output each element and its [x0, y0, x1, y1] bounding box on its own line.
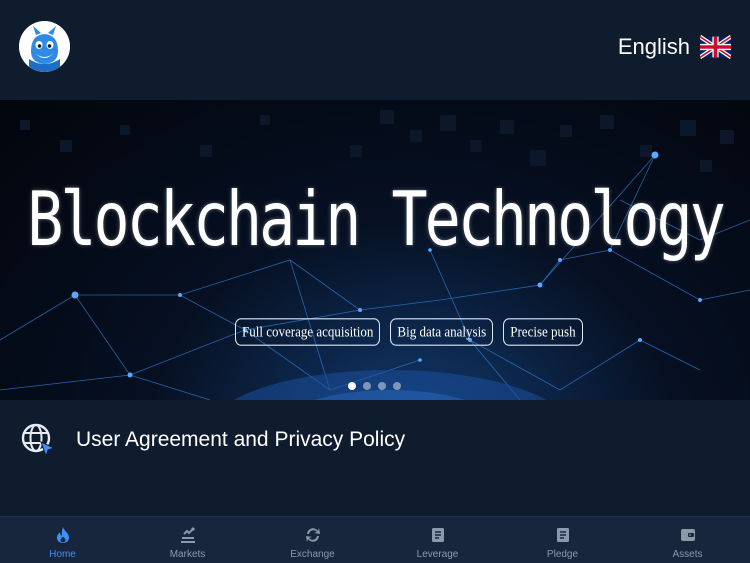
wallet-icon — [680, 529, 695, 541]
user-agreement-link[interactable]: User Agreement and Privacy Policy — [0, 400, 750, 482]
tab-pledge[interactable]: Pledge — [500, 517, 625, 563]
leverage-icon — [431, 528, 444, 542]
app-header: English — [0, 0, 750, 96]
mascot-logo-icon[interactable] — [19, 21, 70, 72]
carousel-dot-2[interactable] — [363, 382, 371, 390]
banner-title: Blockchain Technology — [27, 176, 726, 264]
tab-home[interactable]: Home — [0, 517, 125, 563]
flame-icon — [56, 527, 69, 543]
uk-flag-icon — [700, 35, 731, 59]
pledge-icon — [556, 528, 569, 542]
banner-tags: Full coverage acquisition Big data analy… — [235, 318, 583, 346]
tab-leverage[interactable]: Leverage — [375, 517, 500, 563]
tab-home-label: Home — [49, 549, 76, 560]
tab-leverage-label: Leverage — [416, 549, 459, 560]
banner-tag: Big data analysis — [390, 318, 494, 346]
banner-tag: Precise push — [503, 318, 583, 346]
carousel-dot-1[interactable] — [348, 382, 356, 390]
tab-pledge-label: Pledge — [546, 549, 579, 560]
banner-carousel[interactable]: Blockchain Technology Full coverage acqu… — [0, 100, 750, 400]
tab-markets-label: Markets — [169, 549, 206, 560]
carousel-pagination — [348, 382, 401, 390]
markets-icon — [180, 527, 195, 543]
tab-exchange[interactable]: Exchange — [250, 517, 375, 563]
tab-exchange-label: Exchange — [290, 549, 335, 560]
exchange-icon — [305, 528, 320, 542]
language-selector[interactable]: English — [618, 34, 731, 60]
tab-assets[interactable]: Assets — [625, 517, 750, 563]
banner-tag: Full coverage acquisition — [235, 318, 381, 346]
carousel-dot-4[interactable] — [393, 382, 401, 390]
user-agreement-label: User Agreement and Privacy Policy — [76, 428, 406, 451]
language-label: English — [617, 34, 690, 59]
globe-cursor-icon — [21, 423, 56, 458]
bottom-tab-bar: Home Markets Exchange Leverage Pledge As… — [0, 516, 750, 563]
tab-markets[interactable]: Markets — [125, 517, 250, 563]
tab-assets-label: Assets — [672, 549, 703, 560]
carousel-dot-3[interactable] — [378, 382, 386, 390]
